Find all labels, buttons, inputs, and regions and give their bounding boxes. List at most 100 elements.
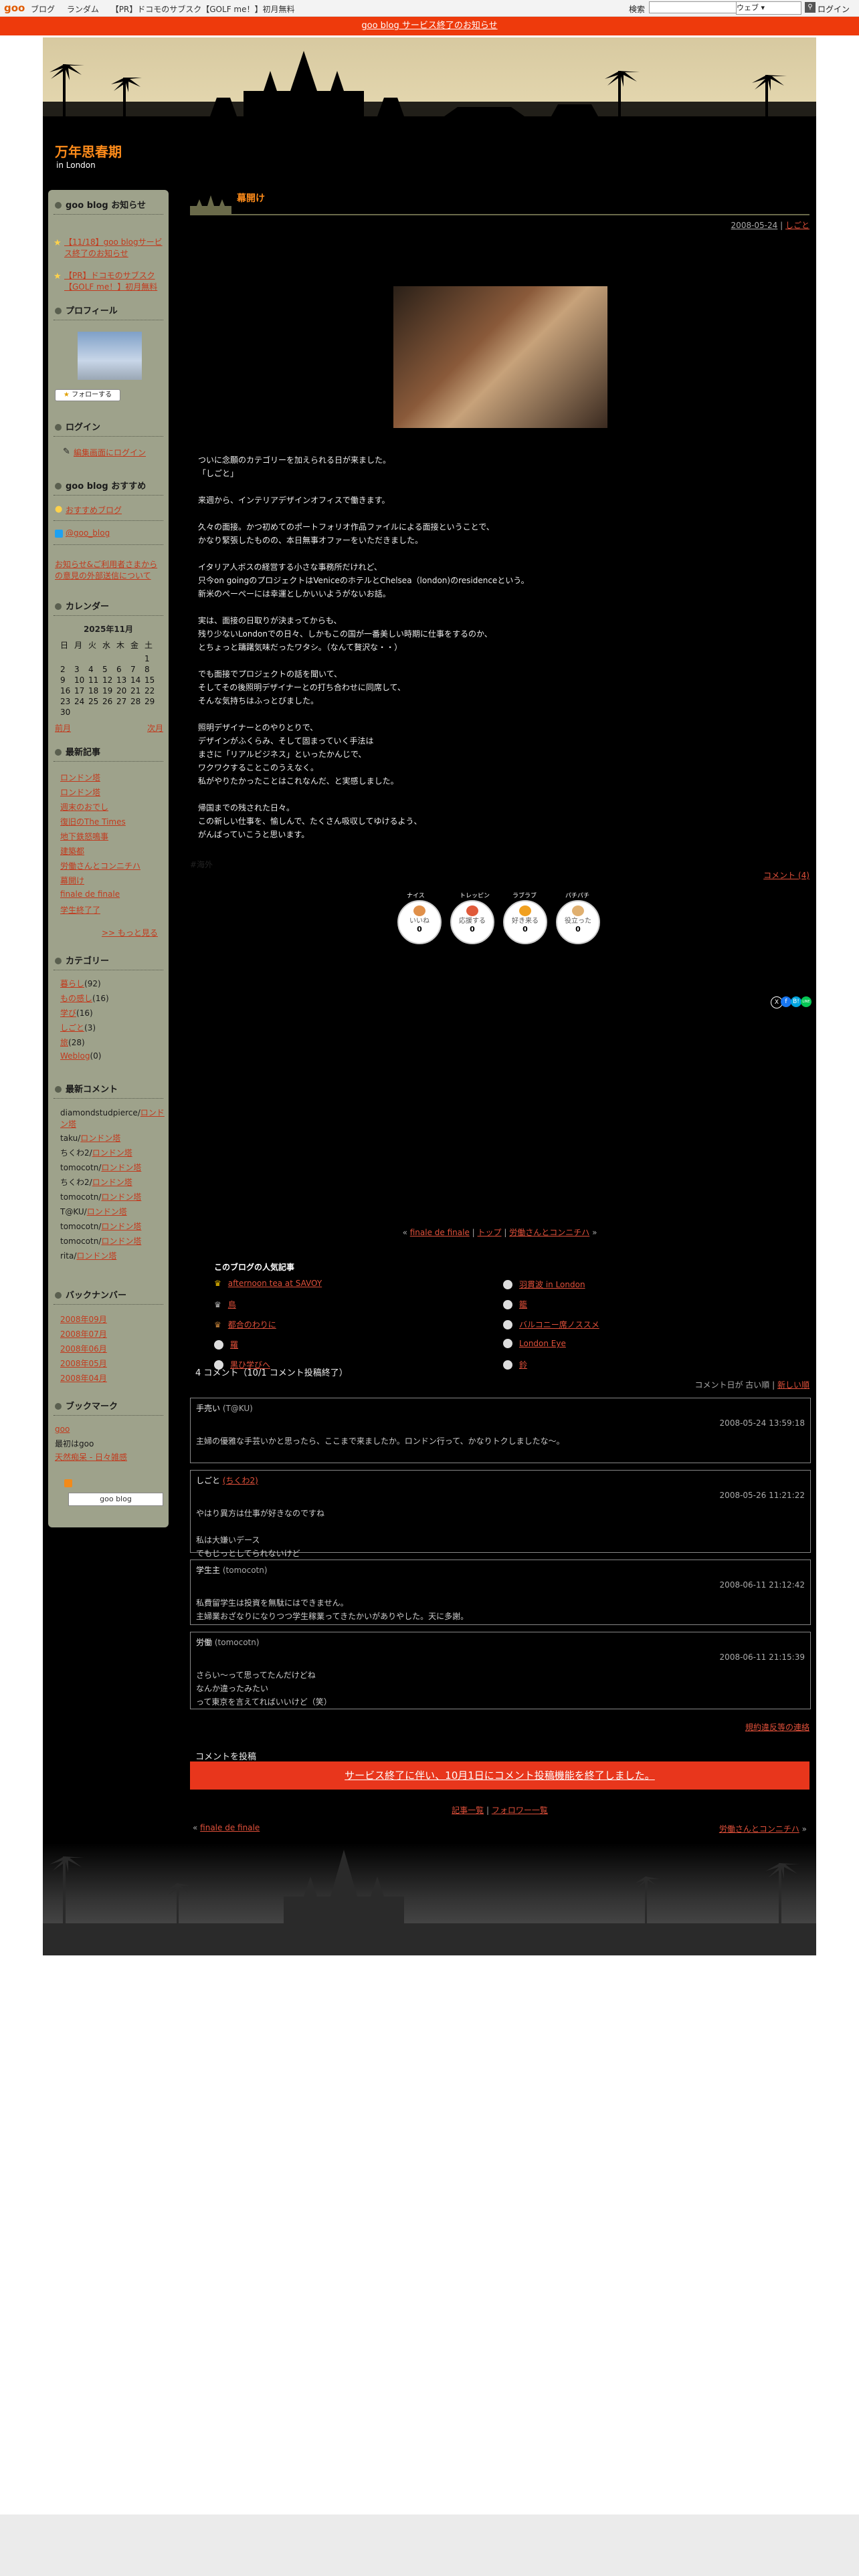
popular-article-link[interactable]: afternoon tea at SAVOY <box>228 1279 322 1288</box>
backnumber-link[interactable]: 2008年05月 <box>60 1358 107 1369</box>
follow-button[interactable]: ★ フォローする <box>55 389 120 401</box>
recent-post-link[interactable]: 学生終了了 <box>60 904 100 916</box>
rss-icon[interactable] <box>64 1479 72 1487</box>
divider <box>54 1304 163 1305</box>
pager-prev-link[interactable]: finale de finale <box>410 1228 470 1237</box>
footer-prev-link[interactable]: finale de finale <box>200 1823 260 1832</box>
search-scope-select[interactable]: ウェブ ▾ <box>736 1 801 15</box>
calendar-prev-link[interactable]: 前月 <box>55 722 71 734</box>
divider <box>54 214 163 215</box>
popular-article-link[interactable]: 鳥 <box>228 1300 236 1309</box>
notice-item-1[interactable]: 【11/18】goo blogサービス終了のお知らせ <box>64 237 163 259</box>
category-link[interactable]: 暮らし <box>60 979 84 988</box>
goo-logo[interactable]: goo <box>4 2 25 14</box>
bookmark-link-3[interactable]: 天然痴呆 - 日々雑感 <box>55 1451 127 1463</box>
articles-list-link[interactable]: 記事一覧 <box>452 1806 484 1815</box>
report-link[interactable]: 規約違反等の連絡 <box>745 1721 809 1733</box>
category-link[interactable]: しごと <box>60 1023 84 1033</box>
blog-title[interactable]: 万年思春期 <box>55 141 122 160</box>
line-share-icon[interactable]: LINE <box>801 996 812 1007</box>
recent-comment-post-link[interactable]: ロンドン塔 <box>92 1178 132 1187</box>
reaction-count: 0 <box>470 925 475 934</box>
editor-login-link[interactable]: 編集画面にログイン <box>74 447 146 458</box>
reaction-button[interactable]: いいね 0 <box>397 900 442 944</box>
blog-subtitle: in London <box>56 160 96 170</box>
bookmark-link-1[interactable]: goo <box>55 1424 70 1434</box>
pager-next-link[interactable]: 労働さんとコンニチハ <box>509 1228 589 1237</box>
top-nav-random[interactable]: ランダム <box>67 5 99 14</box>
facebook-share-icon[interactable]: f <box>781 996 791 1007</box>
reaction-button[interactable]: 好き来る 0 <box>503 900 547 944</box>
bookmark-link-2[interactable]: 最初はgoo <box>55 1438 94 1449</box>
entry-category-link[interactable]: しごと <box>785 221 809 230</box>
category-link[interactable]: 学び <box>60 1008 76 1018</box>
recent-comment-post-link[interactable]: ロンドン塔 <box>101 1237 141 1246</box>
recent-comment-post-link[interactable]: ロンドン塔 <box>101 1163 141 1172</box>
recent-post-link[interactable]: ロンドン塔 <box>60 772 100 783</box>
category-link[interactable]: もの感し <box>60 994 92 1003</box>
service-notice-link[interactable]: goo blog サービス終了のお知らせ <box>361 21 497 31</box>
recent-comment-post-link[interactable]: ロンドン塔 <box>101 1192 141 1202</box>
comment-order: コメント日が 古い順 | 新しい順 <box>694 1380 809 1390</box>
service-notice-bar: goo blog サービス終了のお知らせ <box>0 17 859 35</box>
recent-post-link[interactable]: 復旧のThe Times <box>60 816 126 827</box>
entry-date-link[interactable]: 2008-05-24 <box>731 221 778 230</box>
notice-item-2[interactable]: 【PR】ドコモのサブスク【GOLF me！】初月無料 <box>64 270 163 293</box>
pager-top-link[interactable]: トップ <box>478 1228 502 1237</box>
popular-article-link[interactable]: 羽貫波 in London <box>519 1280 585 1289</box>
recent-post-link[interactable]: 労働さんとコンニチハ <box>60 860 140 871</box>
login-link[interactable]: ログイン <box>818 3 850 15</box>
entry-tag-link[interactable]: #海外 <box>190 859 213 870</box>
calendar-next-link[interactable]: 次月 <box>147 722 163 734</box>
recent-post-link[interactable]: 週末のおでし <box>60 801 108 813</box>
recent-comment-post-link[interactable]: ロンドン塔 <box>76 1251 116 1261</box>
recent-comment-post-link[interactable]: ロンドン塔 <box>101 1222 141 1231</box>
comment-date: 2008-05-24 13:59:18 <box>719 1418 805 1428</box>
entry-line: そしてその後照明デザイナーとの打ち合わせに同席して、 <box>198 683 405 692</box>
hatena-share-icon[interactable]: B! <box>791 996 801 1007</box>
comment-author[interactable]: (ちくわ2) <box>223 1476 258 1485</box>
recent-comment-post-link[interactable]: ロンドン塔 <box>80 1134 120 1143</box>
popular-article-link[interactable]: 鈴 <box>519 1360 527 1370</box>
comment-order-newest-link[interactable]: 新しい順 <box>777 1380 809 1390</box>
backnumber-link[interactable]: 2008年07月 <box>60 1328 107 1339</box>
popular-article-link[interactable]: 都合のわりに <box>228 1320 276 1329</box>
backnumber-link[interactable]: 2008年06月 <box>60 1343 107 1354</box>
entry-line: 久々の面接。かつ初めてのポートフォリオ作品ファイルによる面接ということで、 <box>198 522 494 532</box>
backnumber-link[interactable]: 2008年04月 <box>60 1372 107 1384</box>
comment-author: (tomocotn) <box>214 1638 260 1647</box>
footer-next-link[interactable]: 労働さんとコンニチハ <box>719 1824 799 1834</box>
rank-dot-icon <box>503 1339 512 1348</box>
top-nav-pr[interactable]: 【PR】ドコモのサブスク【GOLF me！】初月無料 <box>111 5 295 14</box>
goo-blog-badge[interactable]: goo blog <box>68 1493 163 1506</box>
recent-post-link[interactable]: 建築都 <box>60 845 84 857</box>
entry-pager: « finale de finale | トップ | 労働さんとコンニチハ » <box>402 1228 597 1237</box>
recent-comment-post-link[interactable]: ロンドン塔 <box>87 1207 127 1216</box>
recent-post-link[interactable]: finale de finale <box>60 889 120 899</box>
profile-image[interactable] <box>78 332 142 380</box>
entry-line: 残り少ないLondonでの日々、しかもこの国が一番美しい時期に仕事をするのか、 <box>198 629 492 639</box>
recent-post-link[interactable]: 幕開け <box>60 875 84 886</box>
entry-photo[interactable] <box>393 286 607 428</box>
recent-post-link[interactable]: ロンドン塔 <box>60 786 100 798</box>
recent-comment-post-link[interactable]: ロンドン塔 <box>92 1148 132 1158</box>
reaction-button[interactable]: 役立った 0 <box>556 900 600 944</box>
policy-link[interactable]: お知らせ&ご利用者さまからの意見の外部送信について <box>55 559 163 582</box>
twitter-link[interactable]: @goo_blog <box>66 528 110 538</box>
search-go-button[interactable]: ⚲ <box>805 2 816 13</box>
reaction-button[interactable]: 応援する 0 <box>450 900 494 944</box>
popular-article-link[interactable]: 籠 <box>519 1300 527 1309</box>
popular-article-link[interactable]: バルコニー席ノススメ <box>519 1320 599 1329</box>
search-input[interactable] <box>649 1 737 13</box>
category-link[interactable]: 旅 <box>60 1038 68 1047</box>
followers-list-link[interactable]: フォロワー一覧 <box>492 1806 548 1815</box>
backnumber-link[interactable]: 2008年09月 <box>60 1313 107 1325</box>
comment-count-link[interactable]: コメント (4) <box>763 869 809 881</box>
top-nav-blog[interactable]: ブログ <box>31 5 55 14</box>
popular-article-link[interactable]: 羅 <box>230 1340 238 1350</box>
recent-post-link[interactable]: 地下鉄怒鳴事 <box>60 831 108 842</box>
recommend-link[interactable]: おすすめブログ <box>66 504 122 516</box>
more-posts-link[interactable]: >> もっと見る <box>102 927 158 938</box>
category-link[interactable]: Weblog <box>60 1051 90 1061</box>
popular-article-link[interactable]: London Eye <box>519 1339 566 1348</box>
